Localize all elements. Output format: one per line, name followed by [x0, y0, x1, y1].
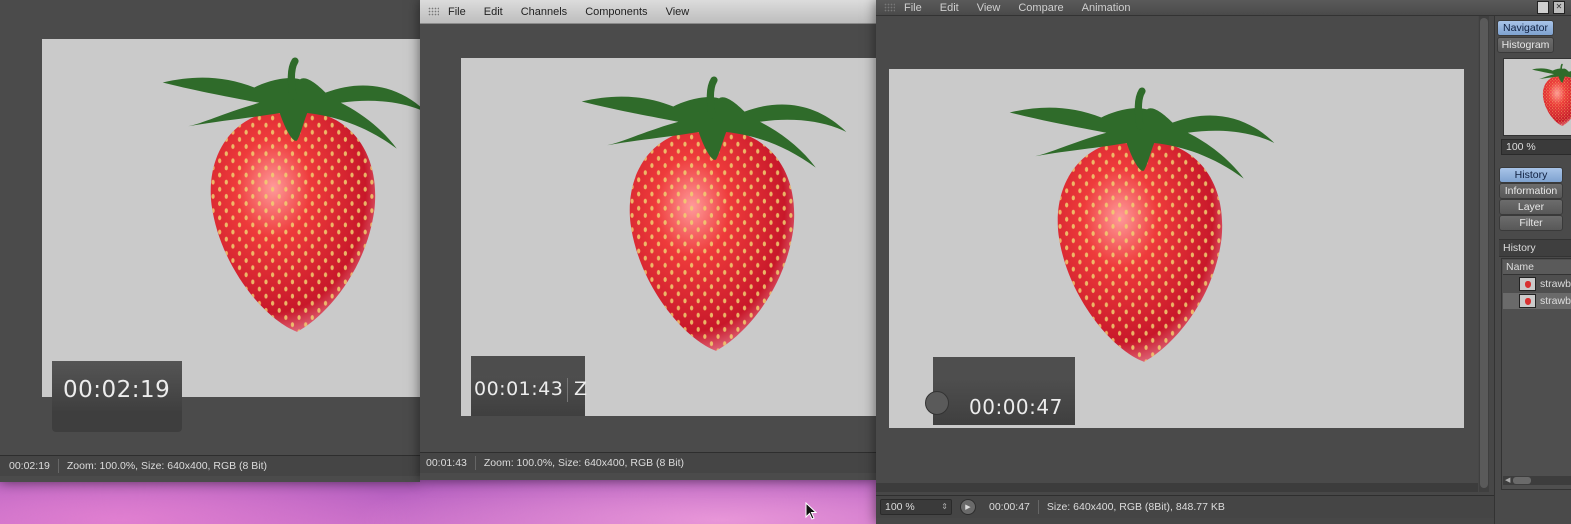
menu-bar-2: File Edit Channels Components View: [420, 0, 876, 24]
horizontal-scrollbar[interactable]: [876, 483, 1478, 492]
thumbnail-icon: [1519, 294, 1536, 308]
strawberry-image: [579, 76, 849, 361]
menu-view[interactable]: View: [977, 2, 1001, 14]
zoom-label-fragment: Z: [574, 378, 588, 400]
status-bar-3: 100 % ⇕ ▶ 00:00:47 Size: 640x400, RGB (8…: [876, 495, 1571, 518]
zoom-value: 100 %: [885, 501, 915, 513]
timer-overlay-2: 00:01:43 Z: [471, 356, 588, 416]
menu-file[interactable]: File: [904, 2, 922, 14]
status-time: 00:02:19: [9, 460, 50, 472]
status-time: 00:01:43: [426, 457, 467, 469]
elapsed-time: 00:02:19: [63, 377, 171, 403]
status-info: Zoom: 100.0%, Size: 640x400, RGB (8 Bit): [483, 457, 685, 469]
menu-animation[interactable]: Animation: [1082, 2, 1131, 14]
strawberry-thumbnail: [1532, 63, 1571, 129]
tab-filter[interactable]: Filter: [1499, 215, 1563, 231]
history-item-label: strawb: [1540, 295, 1571, 307]
history-scrollbar[interactable]: ◀: [1503, 476, 1571, 485]
image-canvas-1[interactable]: [42, 39, 420, 397]
play-button-fragment: [925, 391, 949, 415]
elapsed-time: 00:00:47: [969, 395, 1063, 419]
status-bar-1: 00:02:19 Zoom: 100.0%, Size: 640x400, RG…: [0, 455, 420, 476]
status-divider: [1037, 500, 1039, 514]
menu-components[interactable]: Components: [585, 6, 647, 18]
window-grip-icon[interactable]: [884, 3, 895, 12]
viewer-window-1: 00:02:19 00:02:19 Zoom: 100.0%, Size: 64…: [0, 0, 420, 482]
viewer-window-2: File Edit Channels Components View 00:01…: [420, 0, 876, 480]
timer-overlay-shadow: [52, 411, 182, 432]
elapsed-time: 00:01:43: [474, 378, 564, 400]
mouse-cursor-icon: [805, 502, 817, 520]
play-icon[interactable]: ▶: [960, 499, 976, 515]
status-divider: [474, 456, 476, 470]
navigator-zoom-value: 100 %: [1506, 141, 1536, 153]
strawberry-image: [160, 57, 420, 342]
navigator-zoom-field[interactable]: 100 %: [1501, 139, 1571, 155]
status-time: 00:00:47: [989, 501, 1030, 513]
tab-layer[interactable]: Layer: [1499, 199, 1563, 215]
tab-histogram[interactable]: Histogram: [1497, 37, 1554, 53]
tab-information[interactable]: Information: [1499, 183, 1563, 199]
history-row-selected[interactable]: strawb: [1503, 293, 1571, 309]
panel-toggle-icon[interactable]: [1537, 1, 1549, 14]
zoom-field[interactable]: 100 % ⇕: [880, 499, 952, 515]
window-grip-icon[interactable]: [428, 7, 439, 16]
viewer-window-3: File Edit View Compare Animation 00:00:4…: [876, 0, 1571, 524]
timer-overlay-3: 00:00:47: [925, 357, 1075, 425]
menu-compare[interactable]: Compare: [1018, 2, 1063, 14]
status-info: Zoom: 100.0%, Size: 640x400, RGB (8 Bit): [66, 460, 268, 472]
menu-edit[interactable]: Edit: [484, 6, 503, 18]
navigator-thumbnail[interactable]: [1503, 58, 1571, 136]
tab-history[interactable]: History: [1499, 167, 1563, 183]
thumbnail-icon: [1519, 277, 1536, 291]
strawberry-image: [1007, 87, 1277, 372]
status-info: Size: 640x400, RGB (8Bit), 848.77 KB: [1046, 501, 1225, 513]
timer-overlay-1: 00:02:19: [52, 361, 182, 411]
status-divider: [57, 459, 59, 473]
history-item-label: strawb: [1540, 278, 1571, 290]
status-bar-2: 00:01:43 Zoom: 100.0%, Size: 640x400, RG…: [420, 452, 876, 473]
menu-edit[interactable]: Edit: [940, 2, 959, 14]
zoom-stepper-icon[interactable]: ⇕: [941, 500, 948, 514]
menu-view[interactable]: View: [666, 6, 690, 18]
close-icon[interactable]: ✕: [1553, 1, 1565, 14]
history-panel-title: History: [1499, 239, 1571, 257]
tab-navigator[interactable]: Navigator: [1497, 20, 1554, 36]
history-row[interactable]: strawb: [1503, 276, 1571, 292]
history-column-header: Name: [1503, 260, 1571, 275]
menu-bar-3: File Edit View Compare Animation: [876, 0, 1571, 16]
vertical-scrollbar[interactable]: [1479, 16, 1489, 492]
menu-channels[interactable]: Channels: [521, 6, 567, 18]
menu-file[interactable]: File: [448, 6, 466, 18]
